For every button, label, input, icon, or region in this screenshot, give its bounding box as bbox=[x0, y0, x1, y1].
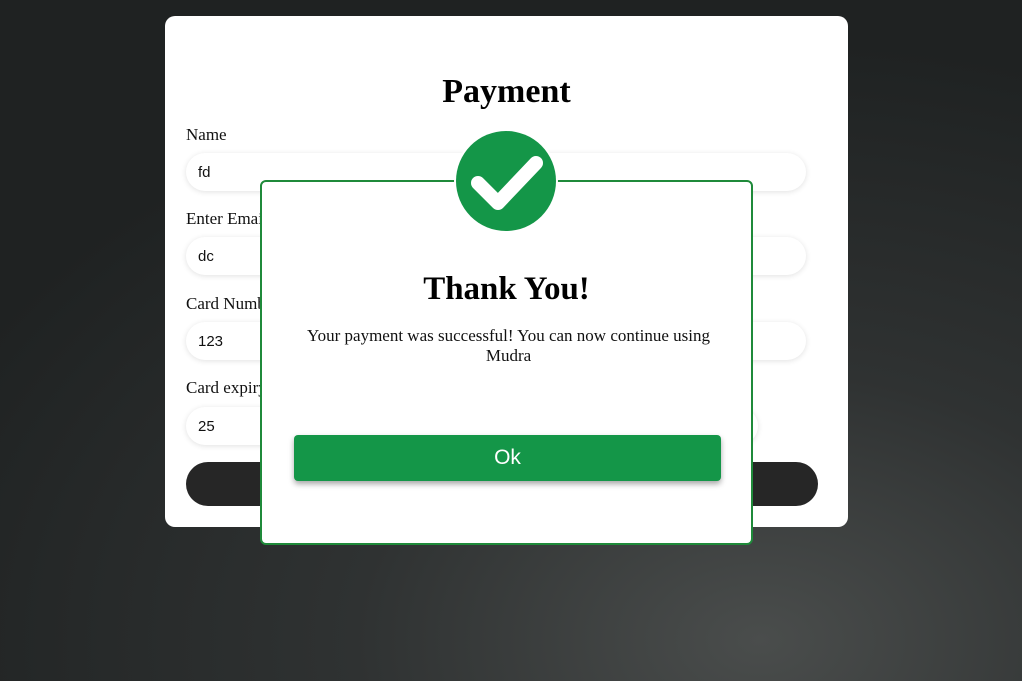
email-label: Enter Email bbox=[186, 209, 268, 228]
success-badge bbox=[454, 129, 558, 233]
checkmark-icon bbox=[471, 156, 543, 210]
card-expiry-label: Card expiry bbox=[186, 378, 267, 397]
name-label: Name bbox=[186, 125, 227, 144]
check-circle-icon bbox=[456, 131, 556, 231]
form-title: Payment bbox=[442, 73, 571, 110]
modal-message: Your payment was successful! You can now… bbox=[307, 326, 710, 365]
success-modal: Thank You! Your payment was successful! … bbox=[260, 180, 753, 545]
ok-button[interactable]: Ok bbox=[294, 435, 721, 481]
modal-title: Thank You! bbox=[423, 271, 590, 307]
